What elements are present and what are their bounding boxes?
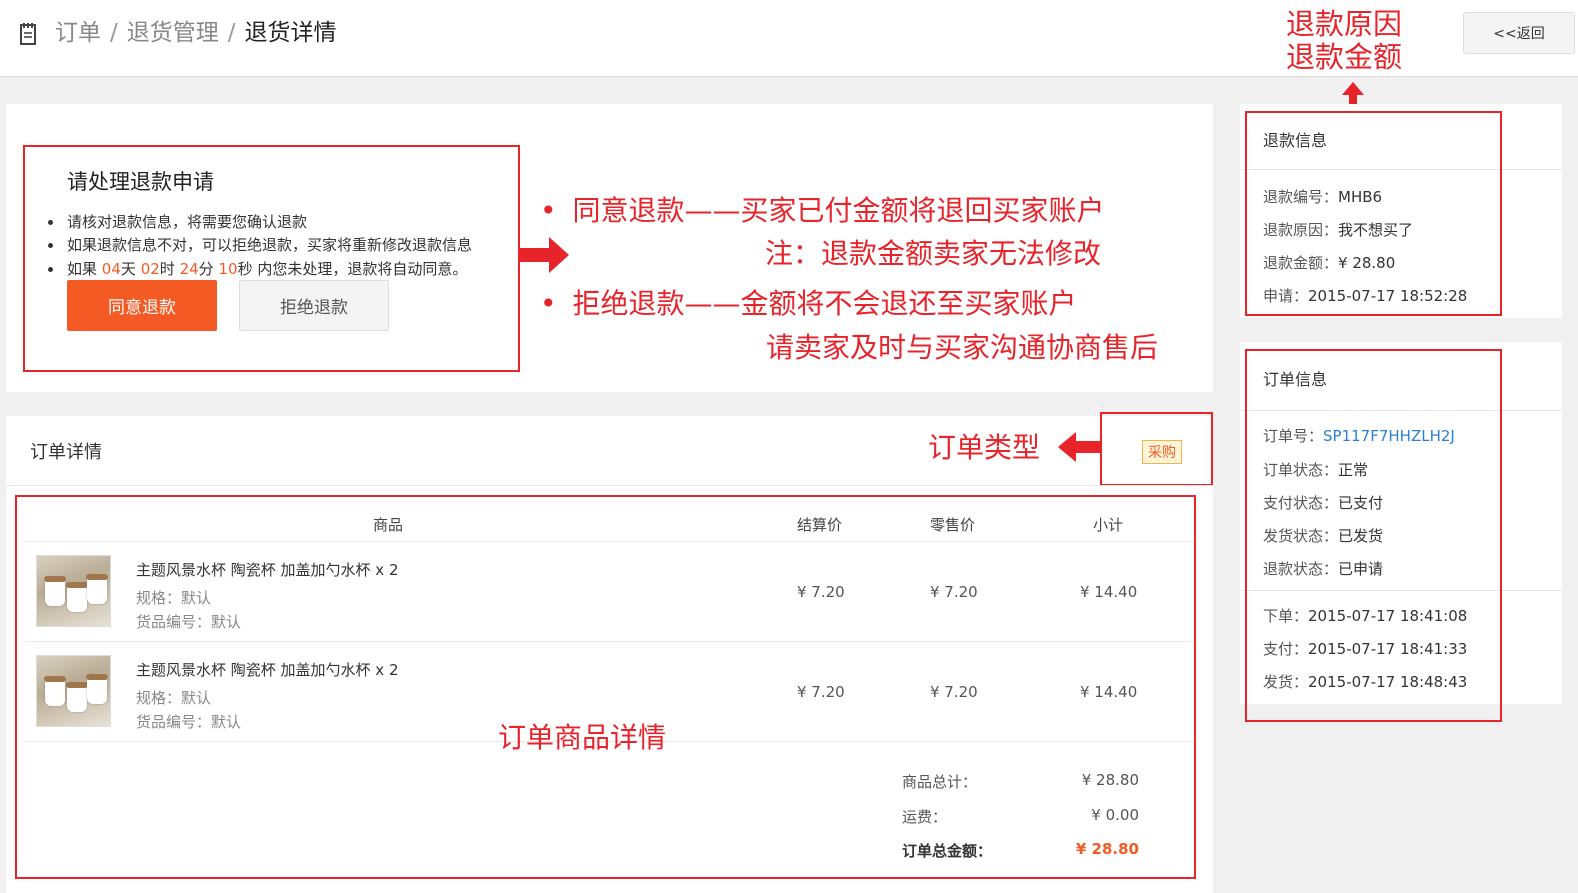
annotation-reject-line: • 拒绝退款——金额将不会退还至买家账户 bbox=[540, 287, 1077, 320]
product-code: 货品编号：默认 bbox=[136, 613, 242, 631]
countdown-days-unit: 天 bbox=[120, 260, 136, 278]
annotation-refund-amount: 退款金额 bbox=[1286, 40, 1403, 74]
refund-request-title: 请处理退款申请 bbox=[67, 170, 214, 194]
column-header-settle-price: 结算价 bbox=[797, 516, 843, 534]
shipping-label: 运费： bbox=[902, 808, 948, 826]
countdown-suffix: 内您未处理，退款将自动同意。 bbox=[257, 260, 468, 278]
product-thumbnail[interactable] bbox=[36, 655, 111, 727]
order-detail-title: 订单详情 bbox=[30, 442, 102, 463]
arrow-right-icon bbox=[519, 237, 569, 273]
goods-total-value: ¥ 28.80 bbox=[1081, 771, 1139, 789]
annotation-order-type: 订单类型 bbox=[928, 431, 1041, 464]
order-type-badge: 采购 bbox=[1142, 440, 1182, 464]
divider bbox=[6, 485, 1213, 486]
agree-refund-button[interactable]: 同意退款 bbox=[67, 280, 217, 331]
countdown-hours: 02 bbox=[140, 260, 160, 278]
breadcrumb-separator: / bbox=[227, 20, 236, 46]
product-code: 货品编号：默认 bbox=[136, 713, 242, 731]
divider bbox=[25, 541, 1194, 542]
settle-price: ¥ 7.20 bbox=[797, 683, 845, 701]
breadcrumb-current: 退货详情 bbox=[244, 20, 337, 46]
back-button[interactable]: <<返回 bbox=[1463, 12, 1575, 54]
annotation-box-refund-info bbox=[1245, 111, 1502, 316]
product-spec: 规格：默认 bbox=[136, 689, 212, 707]
breadcrumb-separator: / bbox=[110, 20, 118, 46]
annotation-agree-note: 注：退款金额卖家无法修改 bbox=[765, 237, 1102, 270]
product-name[interactable]: 主题风景水杯 陶瓷杯 加盖加勺水杯 x 2 bbox=[136, 559, 399, 580]
arrow-left-icon bbox=[1058, 432, 1102, 462]
shipping-value: ¥ 0.00 bbox=[1091, 806, 1139, 824]
countdown-days: 04 bbox=[101, 260, 121, 278]
retail-price: ¥ 7.20 bbox=[930, 683, 978, 701]
countdown-hours-unit: 时 bbox=[159, 260, 175, 278]
notice-item: 如果退款信息不对，可以拒绝退款，买家将重新修改退款信息 bbox=[48, 234, 472, 255]
subtotal: ¥ 14.40 bbox=[1080, 683, 1138, 701]
product-thumbnail[interactable] bbox=[36, 555, 111, 627]
countdown-prefix: 如果 bbox=[67, 260, 98, 278]
goods-total-label: 商品总计： bbox=[902, 773, 978, 791]
product-name[interactable]: 主题风景水杯 陶瓷杯 加盖加勺水杯 x 2 bbox=[136, 659, 399, 680]
product-spec: 规格：默认 bbox=[136, 589, 212, 607]
column-header-subtotal: 小计 bbox=[1093, 516, 1124, 534]
column-header-retail-price: 零售价 bbox=[930, 516, 976, 534]
annotation-refund-reason: 退款原因 bbox=[1286, 7, 1403, 41]
countdown-seconds-unit: 秒 bbox=[237, 260, 253, 278]
notice-item: 请核对退款信息，将需要您确认退款 bbox=[48, 211, 307, 232]
annotation-reject-note: 请卖家及时与买家沟通协商售后 bbox=[766, 331, 1159, 364]
countdown-seconds: 10 bbox=[218, 260, 238, 278]
breadcrumb-return-management[interactable]: 退货管理 bbox=[127, 20, 219, 46]
countdown-minutes: 24 bbox=[179, 260, 199, 278]
annotation-agree-text: 同意退款——买家已付金额将退回买家账户 bbox=[572, 194, 1105, 227]
annotation-order-goods: 订单商品详情 bbox=[498, 721, 667, 754]
breadcrumb: 订单 / 退货管理 / 退货详情 bbox=[55, 16, 337, 50]
subtotal: ¥ 14.40 bbox=[1080, 583, 1138, 601]
column-header-product: 商品 bbox=[373, 516, 404, 534]
retail-price: ¥ 7.20 bbox=[930, 583, 978, 601]
order-total-value: ¥ 28.80 bbox=[1075, 840, 1139, 858]
settle-price: ¥ 7.20 bbox=[797, 583, 845, 601]
notepad-icon bbox=[20, 23, 36, 45]
breadcrumb-orders[interactable]: 订单 bbox=[55, 20, 101, 46]
reject-refund-button[interactable]: 拒绝退款 bbox=[239, 280, 389, 331]
divider bbox=[25, 641, 1194, 642]
countdown-minutes-unit: 分 bbox=[198, 260, 214, 278]
countdown-notice: 如果 04天 02时 24分 10秒 内您未处理，退款将自动同意。 bbox=[48, 258, 467, 279]
annotation-agree-line: • 同意退款——买家已付金额将退回买家账户 bbox=[540, 194, 1105, 227]
order-total-label: 订单总金额： bbox=[902, 842, 993, 860]
annotation-reject-text: 拒绝退款——金额将不会退还至买家账户 bbox=[572, 287, 1077, 320]
annotation-box-order-info bbox=[1245, 349, 1502, 722]
